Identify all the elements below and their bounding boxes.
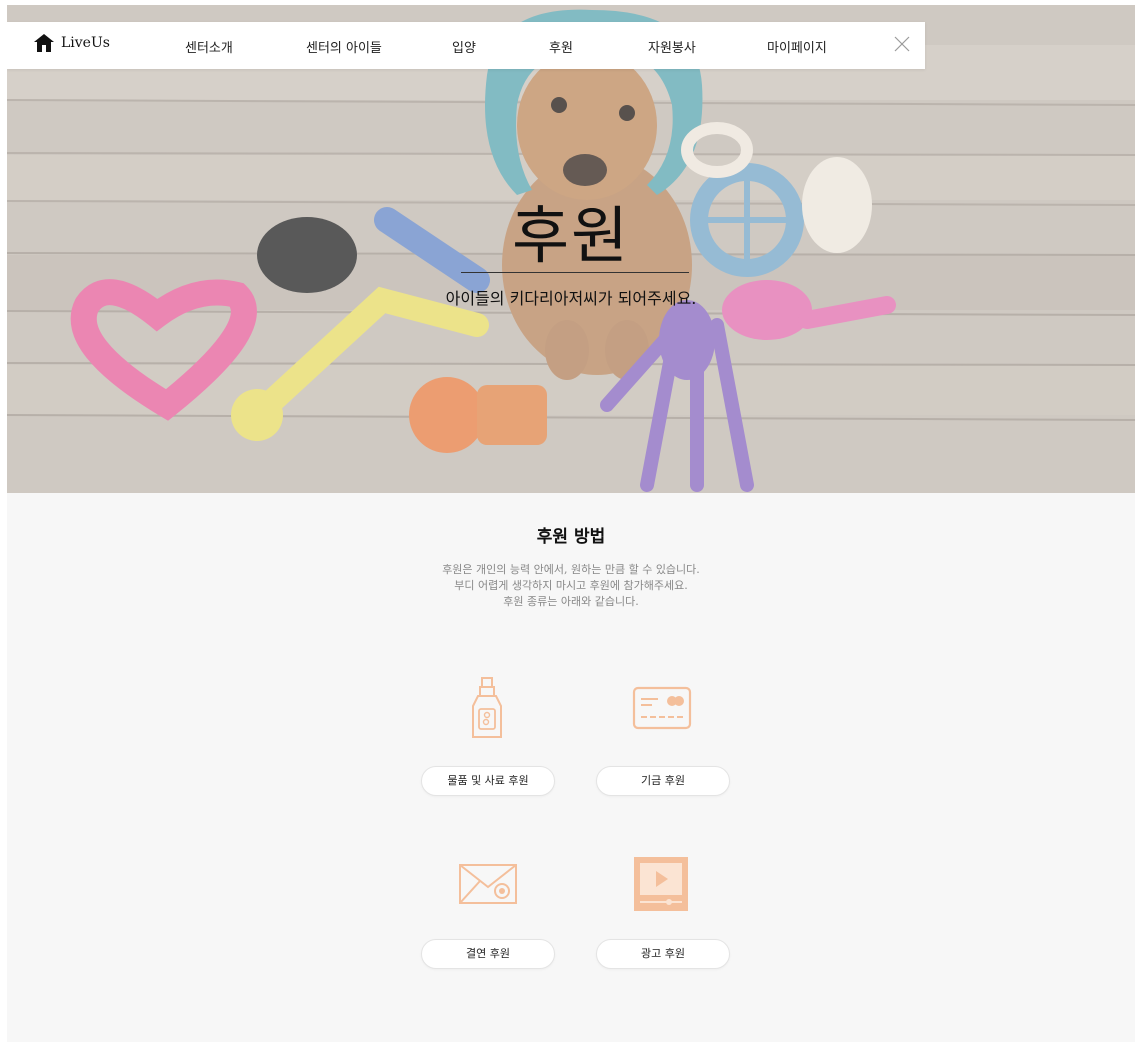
fund-sponsorship-button[interactable]: 기금 후원: [596, 766, 730, 796]
close-icon[interactable]: [894, 36, 910, 52]
nav-item-mypage[interactable]: 마이페이지: [767, 37, 827, 56]
nav-item-sponsorship[interactable]: 후원: [549, 37, 573, 56]
video-play-icon: [634, 857, 688, 911]
supplies-bottle-icon: [472, 677, 502, 738]
section-description-line: 후원은 개인의 능력 안에서, 원하는 만큼 할 수 있습니다.: [442, 563, 700, 576]
hero-title: 후원: [511, 199, 631, 272]
hero-banner: 후원 아이들의 키다리아저씨가 되어주세요.: [7, 5, 1135, 493]
section-title: 후원 방법: [536, 527, 606, 547]
logo-text: LiveUs: [61, 35, 110, 51]
hero-divider: [461, 272, 689, 273]
section-description-line: 부디 어렵게 생각하지 마시고 후원에 참가해주세요.: [454, 579, 688, 592]
ad-sponsorship-button[interactable]: 광고 후원: [596, 939, 730, 969]
house-logo-icon: [34, 34, 54, 52]
page: 후원 아이들의 키다리아저씨가 되어주세요. LiveUs 센터소개 센터의 아…: [7, 5, 1135, 1042]
envelope-icon: [459, 864, 517, 904]
hero-subtitle: 아이들의 키다리아저씨가 되어주세요.: [445, 289, 697, 308]
supplies-sponsorship-button[interactable]: 물품 및 사료 후원: [421, 766, 555, 796]
nav-item-volunteer[interactable]: 자원봉사: [648, 37, 696, 56]
nav-item-center-intro[interactable]: 센터소개: [185, 37, 233, 56]
sponsorship-match-button[interactable]: 결연 후원: [421, 939, 555, 969]
nav-item-center-animals[interactable]: 센터의 아이들: [306, 37, 382, 56]
credit-card-icon: [632, 686, 692, 730]
top-navigation: LiveUs 센터소개 센터의 아이들 입양 후원 자원봉사 마이페이지: [7, 22, 925, 69]
logo[interactable]: LiveUs: [33, 33, 110, 53]
nav-item-adoption[interactable]: 입양: [452, 37, 476, 56]
section-description-line: 후원 종류는 아래와 같습니다.: [503, 595, 639, 608]
